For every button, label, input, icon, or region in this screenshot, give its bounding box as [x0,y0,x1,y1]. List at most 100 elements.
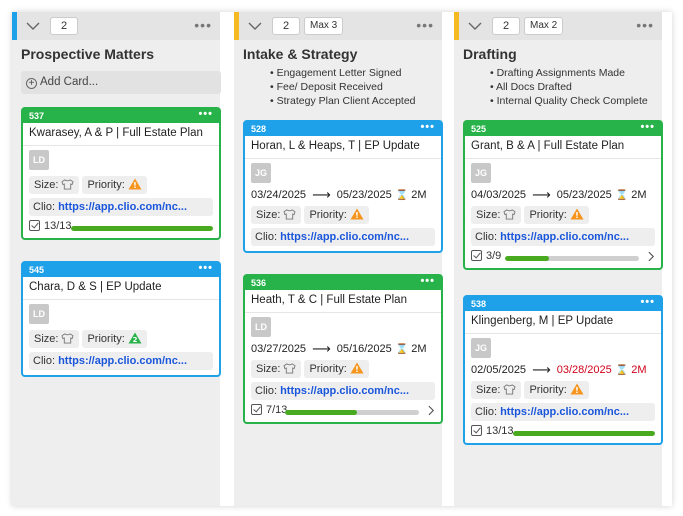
card-date-range: 03/27/2025 ⟶ 05/16/2025 ⌛ 2M [245,337,441,357]
matter-card[interactable]: 536 ••• Heath, T & C | Full Estate Plan LD 0… [243,274,443,424]
column-checklist-item: Drafting Assignments Made [490,66,648,80]
warning-icon: ! [128,178,142,190]
card-header: 536 ••• [245,276,441,290]
chevron-right-icon[interactable] [428,405,435,419]
clio-field: Clio: https://app.clio.com/nc... [471,228,655,246]
card-menu-icon[interactable]: ••• [420,276,435,287]
column-wip-limit: Max 2 [524,17,564,35]
start-date: 03/27/2025 [251,343,307,355]
priority-field[interactable]: Priority:! [524,206,589,224]
clio-link[interactable]: https://app.clio.com/nc... [280,385,409,397]
card-attributes: Size: Priority:! [245,203,441,227]
chevron-right-icon[interactable] [648,251,655,265]
assignee-avatar[interactable]: JG [471,338,491,358]
card-divider [23,299,219,300]
card-bottom-padding [245,246,441,251]
card-title: Heath, T & C | Full Estate Plan [251,294,407,306]
arrow-right-icon: ⟶ [312,187,331,202]
card-id: 525 [471,124,487,134]
priority-field[interactable]: Priority:! [304,360,369,378]
svg-text:!: ! [575,386,579,395]
column-menu-icon[interactable]: ••• [416,18,434,32]
matter-card[interactable]: 537 ••• Kwarasey, A & P | Full Estate Plan… [21,107,221,240]
card-attributes: Size: Priority:! [465,203,661,227]
checklist-progress[interactable]: 3/9 [465,246,661,268]
column-menu-icon[interactable]: ••• [194,18,212,32]
checklist-progress[interactable]: 13/13 [465,421,661,443]
card-menu-icon[interactable]: ••• [198,109,213,120]
progress-bar [505,256,639,261]
clio-link[interactable]: https://app.clio.com/nc... [58,355,187,367]
size-field[interactable]: Size: [251,360,302,378]
start-date: 04/03/2025 [471,189,527,201]
warning-icon: ! [350,208,364,220]
collapse-chevron-icon[interactable] [468,19,482,33]
size-field[interactable]: Size: [251,206,302,224]
column-card-count: 2 [50,17,78,35]
assignee-avatar[interactable]: LD [29,150,49,170]
matter-card[interactable]: 528 ••• Horan, L & Heaps, T | EP Update JG 0… [243,120,443,253]
card-divider [245,158,441,159]
card-menu-icon[interactable]: ••• [640,122,655,133]
tshirt-size-icon [283,362,297,374]
progress-bar-fill [285,410,358,415]
warning-icon: ! [570,208,584,220]
priority-field[interactable]: Priority:! [524,381,589,399]
collapse-chevron-icon[interactable] [248,19,262,33]
priority-label: Priority: [309,209,347,221]
size-field[interactable]: Size: [29,330,80,348]
priority-label: Priority: [87,179,125,191]
checklist-progress[interactable]: 7/13 [245,400,441,422]
matter-card[interactable]: 525 ••• Grant, B & A | Full Estate Plan JG 0… [463,120,663,270]
assignee-avatar[interactable]: LD [251,317,271,337]
column-menu-icon[interactable]: ••• [636,18,654,32]
clio-label: Clio: [255,231,281,243]
card-menu-icon[interactable]: ••• [640,297,655,308]
svg-text:!: ! [133,181,137,190]
checklist-icon [471,250,482,261]
clio-link[interactable]: https://app.clio.com/nc... [500,406,629,418]
card-menu-icon[interactable]: ••• [420,122,435,133]
add-card-button[interactable]: + Add Card... [21,71,221,94]
size-field[interactable]: Size: [29,176,80,194]
assignee-avatar[interactable]: JG [251,163,271,183]
column-checklist: Drafting Assignments MadeAll Docs Drafte… [490,66,648,108]
size-field[interactable]: Size: [471,381,522,399]
checklist-count: 3/9 [486,250,502,262]
matter-card[interactable]: 545 ••• Chara, D & S | EP Update LD Size: Pri… [21,261,221,377]
clio-label: Clio: [33,201,59,213]
progress-bar-fill [505,256,550,261]
arrow-right-icon: ⟶ [532,362,551,377]
collapse-chevron-icon[interactable] [26,19,40,33]
card-title: Grant, B & A | Full Estate Plan [471,140,625,152]
hourglass-icon: ⌛ [615,365,629,376]
priority-field[interactable]: Priority: 2 [82,330,147,348]
clio-link[interactable]: https://app.clio.com/nc... [280,231,409,243]
clio-link[interactable]: https://app.clio.com/nc... [58,201,187,213]
matter-card[interactable]: 538 ••• Klingenberg, M | EP Update JG 02/05/… [463,295,663,445]
priority-field[interactable]: Priority:! [304,206,369,224]
clio-field: Clio: https://app.clio.com/nc... [29,198,213,216]
start-date: 03/24/2025 [251,189,307,201]
assignee-avatar[interactable]: JG [471,163,491,183]
warning-icon: ! [570,383,584,395]
priority-label: Priority: [529,384,567,396]
priority-field[interactable]: Priority:! [82,176,147,194]
clio-link[interactable]: https://app.clio.com/nc... [500,231,629,243]
size-label: Size: [34,333,59,345]
column-checklist-item: All Docs Drafted [490,80,648,94]
checklist-progress[interactable]: 13/13 [23,216,219,238]
card-attributes: Size: Priority:! [465,378,661,402]
size-field[interactable]: Size: [471,206,522,224]
hourglass-icon: ⌛ [395,344,409,355]
size-label: Size: [476,384,501,396]
progress-bar [285,410,419,415]
card-menu-icon[interactable]: ••• [198,263,213,274]
clio-label: Clio: [255,385,281,397]
svg-text:!: ! [355,365,359,374]
assignee-avatar[interactable]: LD [29,304,49,324]
column-checklist-item: Internal Quality Check Complete [490,94,648,108]
column-header: 2 Max 2 ••• [454,12,662,40]
warning-icon: ! [350,362,364,374]
size-label: Size: [476,209,501,221]
